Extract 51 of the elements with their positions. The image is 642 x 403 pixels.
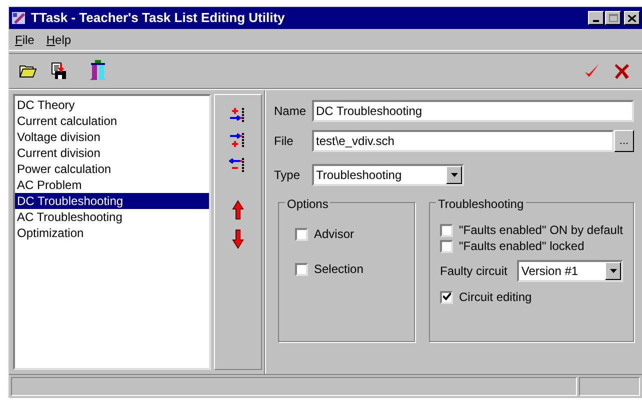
- file-label: File: [274, 133, 294, 150]
- task-item[interactable]: Current calculation: [15, 113, 209, 129]
- checkbox[interactable]: [295, 262, 308, 276]
- save-icon[interactable]: [51, 62, 67, 80]
- task-item[interactable]: DC Troubleshooting: [15, 193, 209, 209]
- task-item[interactable]: Optimization: [15, 225, 209, 241]
- add-before-icon[interactable]: [229, 107, 247, 123]
- maximize-icon: [608, 14, 618, 22]
- file-field[interactable]: test\e_vdiv.sch: [312, 130, 614, 152]
- name-field[interactable]: DC Troubleshooting: [312, 100, 634, 122]
- move-down-icon[interactable]: [232, 229, 244, 249]
- close-icon: [628, 14, 636, 22]
- close-button[interactable]: [624, 11, 640, 25]
- checkbox-label: "Faults enabled" ON by default: [459, 222, 623, 239]
- checkmark-icon[interactable]: [584, 63, 600, 79]
- type-dropdown[interactable]: Troubleshooting: [312, 164, 464, 186]
- tool-icon[interactable]: [89, 60, 107, 82]
- maximize-button[interactable]: [605, 11, 621, 25]
- minimize-icon: [593, 20, 599, 22]
- dropdown-arrow-icon: [610, 269, 617, 273]
- add-after-icon[interactable]: [229, 132, 247, 148]
- menu-item[interactable]: File: [15, 30, 34, 48]
- checkbox-label: "Faults enabled" locked: [459, 238, 584, 255]
- minimize-button[interactable]: [588, 11, 604, 25]
- status-panel: [579, 377, 640, 396]
- checkbox-label: Circuit editing: [459, 289, 532, 306]
- faulty-circuit-label: Faulty circuit: [440, 263, 508, 280]
- task-item[interactable]: AC Troubleshooting: [15, 209, 209, 225]
- task-item[interactable]: Voltage division: [15, 129, 209, 145]
- checkbox[interactable]: [440, 240, 453, 252]
- faulty-circuit-dropdown[interactable]: Version #1: [517, 260, 624, 282]
- checkbox-label: Advisor: [314, 226, 354, 243]
- type-label: Type: [274, 167, 302, 184]
- app-icon: [11, 10, 27, 26]
- checkbox-label: Selection: [314, 261, 364, 278]
- folder-icon[interactable]: [19, 64, 37, 78]
- checkbox[interactable]: [295, 228, 308, 240]
- move-up-icon[interactable]: [232, 200, 244, 220]
- window-title: TTask - Teacher's Task List Editing Utility: [31, 9, 285, 28]
- dropdown-arrow-icon: [450, 173, 458, 177]
- checkbox[interactable]: [440, 224, 453, 236]
- name-label: Name: [274, 103, 304, 120]
- menu-item[interactable]: Help: [46, 30, 72, 48]
- task-item[interactable]: DC Theory: [15, 97, 209, 113]
- checkbox[interactable]: [440, 290, 453, 304]
- task-item[interactable]: AC Problem: [15, 177, 209, 193]
- task-item[interactable]: Current division: [15, 145, 209, 161]
- browse-button[interactable]: ...: [614, 130, 634, 152]
- task-item[interactable]: Power calculation: [15, 161, 209, 177]
- remove-icon[interactable]: [229, 157, 247, 173]
- close-icon[interactable]: [614, 63, 630, 79]
